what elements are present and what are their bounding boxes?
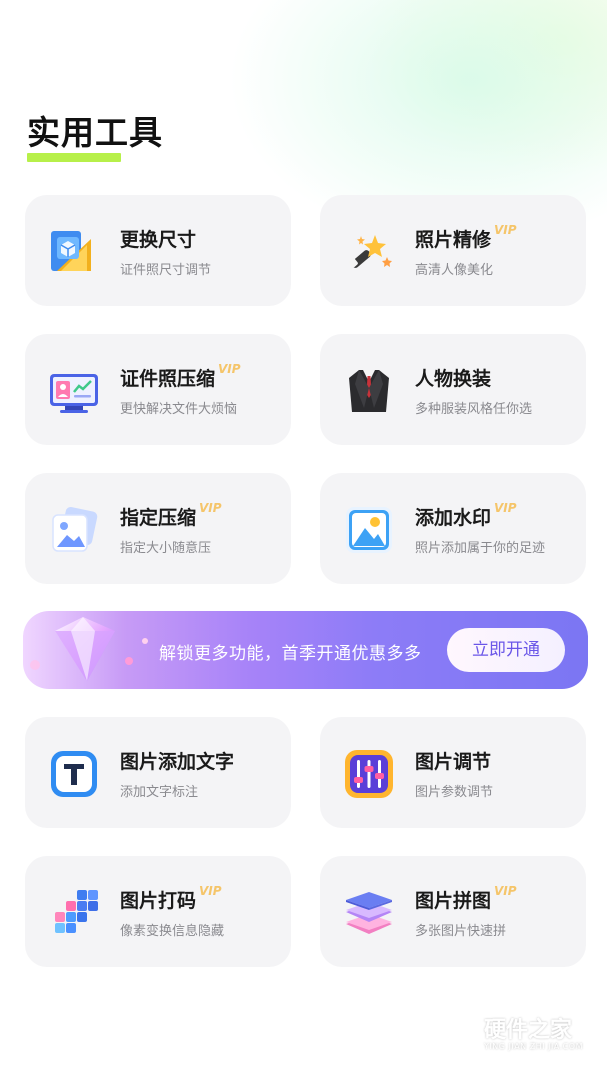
picture-icon	[342, 503, 396, 557]
text-t-icon	[47, 747, 101, 801]
section-title: 实用工具	[27, 113, 163, 152]
vip-badge: VIP	[218, 362, 241, 376]
diamond-icon	[30, 617, 148, 681]
tool-name: 人物换装	[415, 368, 492, 390]
banner-text: 解锁更多功能，首季开通优惠多多	[159, 644, 422, 664]
tool-name: 图片拼图	[415, 890, 492, 912]
tool-name: 添加水印	[415, 507, 492, 529]
activate-now-button[interactable]: 立即开通	[447, 628, 565, 672]
image-stack-icon	[47, 503, 101, 557]
tool-desc: 更快解决文件大烦恼	[120, 402, 238, 417]
hexagon-logo-icon	[441, 1010, 479, 1054]
vip-badge: VIP	[494, 223, 517, 237]
tool-desc: 多张图片快速拼	[415, 924, 507, 939]
vip-badge: VIP	[199, 884, 222, 898]
tool-name: 证件照压缩	[120, 368, 216, 390]
vip-badge: VIP	[494, 501, 517, 515]
tool-desc: 添加文字标注	[120, 785, 199, 800]
monitor-chart-icon	[47, 364, 101, 418]
tool-card-custom-compress[interactable]: 指定压缩 VIP 指定大小随意压	[25, 473, 291, 584]
tool-name: 指定压缩	[120, 507, 197, 529]
tool-desc: 多种服装风格任你选	[415, 402, 533, 417]
sliders-icon	[342, 747, 396, 801]
layers-icon	[342, 886, 396, 940]
tool-name: 图片添加文字	[120, 751, 235, 773]
tool-card-mosaic[interactable]: 图片打码 VIP 像素变换信息隐藏	[25, 856, 291, 967]
resize-ruler-icon	[47, 225, 101, 279]
vip-badge: VIP	[199, 501, 222, 515]
tool-desc: 高清人像美化	[415, 263, 494, 278]
tool-card-adjust[interactable]: 图片调节 图片参数调节	[320, 717, 586, 828]
tool-card-add-text[interactable]: 图片添加文字 添加文字标注	[25, 717, 291, 828]
site-watermark: 硬件之家 YING JIAN ZHI JIA.COM	[440, 1010, 600, 1070]
tool-name: 更换尺寸	[120, 229, 197, 251]
tool-desc: 照片添加属于你的足迹	[415, 541, 546, 556]
magic-wand-icon	[342, 225, 396, 279]
tool-desc: 像素变换信息隐藏	[120, 924, 225, 939]
tool-desc: 图片参数调节	[415, 785, 494, 800]
vip-promo-banner[interactable]: 解锁更多功能，首季开通优惠多多 立即开通	[23, 611, 588, 689]
tool-card-resize[interactable]: 更换尺寸 证件照尺寸调节	[25, 195, 291, 306]
suit-icon	[342, 364, 396, 418]
tool-desc: 指定大小随意压	[120, 541, 212, 556]
tool-card-retouch[interactable]: 照片精修 VIP 高清人像美化	[320, 195, 586, 306]
watermark-text: 硬件之家	[484, 1018, 573, 1043]
tool-name: 图片调节	[415, 751, 492, 773]
watermark-subtext: YING JIAN ZHI JIA.COM	[484, 1042, 583, 1051]
tool-name: 照片精修	[415, 229, 492, 251]
title-underline	[27, 153, 121, 162]
tool-desc: 证件照尺寸调节	[120, 263, 212, 278]
tool-card-outfit[interactable]: 人物换装 多种服装风格任你选	[320, 334, 586, 445]
pixel-cubes-icon	[47, 886, 101, 940]
tool-card-collage[interactable]: 图片拼图 VIP 多张图片快速拼	[320, 856, 586, 967]
tool-card-id-compress[interactable]: 证件照压缩 VIP 更快解决文件大烦恼	[25, 334, 291, 445]
vip-badge: VIP	[494, 884, 517, 898]
tool-name: 图片打码	[120, 890, 197, 912]
tool-card-watermark[interactable]: 添加水印 VIP 照片添加属于你的足迹	[320, 473, 586, 584]
